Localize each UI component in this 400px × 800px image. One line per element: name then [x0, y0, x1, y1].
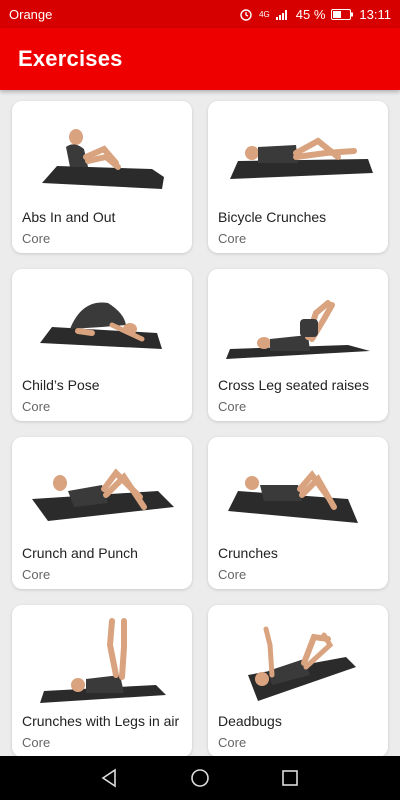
battery-icon [331, 8, 354, 20]
exercise-illustration [226, 300, 370, 359]
network-label: 4G [259, 9, 270, 19]
exercise-category: Core [218, 567, 247, 582]
circle-home-icon [191, 769, 209, 787]
exercise-name: Child’s Pose [22, 377, 100, 393]
exercise-illustration [248, 626, 356, 701]
exercise-name: Crunch and Punch [22, 545, 138, 561]
clock: 13:11 [359, 6, 391, 22]
exercise-category: Core [218, 735, 247, 750]
exercise-card[interactable]: Cross Leg seated raises Core [208, 269, 388, 421]
exercise-category: Core [22, 399, 51, 414]
exercise-illustration [32, 468, 174, 521]
status-icons: 4G 45 % 13:11 [239, 7, 391, 22]
exercise-illustration [228, 470, 358, 523]
exercise-category: Core [22, 231, 51, 246]
back-button[interactable] [95, 763, 125, 793]
battery-percent: 45 % [295, 6, 326, 22]
carrier-label: Orange [9, 6, 53, 22]
home-button[interactable] [185, 763, 215, 793]
triangle-back-icon [101, 768, 116, 788]
exercise-card[interactable]: Child’s Pose Core [12, 269, 192, 421]
alarm-icon [240, 9, 252, 21]
exercise-name: Cross Leg seated raises [218, 377, 369, 393]
recents-button[interactable] [275, 763, 305, 793]
status-bar: Orange 4G 45 % 13:11 [0, 0, 400, 28]
exercise-illustration [40, 302, 162, 349]
exercise-illustration [42, 129, 164, 189]
exercise-name: Crunches [218, 545, 278, 561]
exercise-illustration [40, 618, 166, 703]
square-recents-icon [282, 770, 298, 786]
page-title: Exercises [18, 46, 123, 71]
exercise-name: Crunches with Legs in air [22, 713, 180, 729]
system-nav-bar [0, 756, 400, 800]
exercise-card[interactable]: Crunch and Punch Core [12, 437, 192, 589]
exercise-card[interactable]: Crunches with Legs in air Core [12, 605, 192, 756]
exercise-illustration [230, 137, 373, 179]
exercise-category: Core [22, 567, 51, 582]
exercise-card[interactable]: Bicycle Crunches Core [208, 101, 388, 253]
exercise-card[interactable]: Deadbugs Core [208, 605, 388, 756]
exercise-grid[interactable]: Abs In and Out Core Bicycle Crunches Cor… [0, 90, 400, 756]
exercise-card[interactable]: Abs In and Out Core [12, 101, 192, 253]
exercise-name: Deadbugs [218, 713, 282, 729]
exercise-category: Core [22, 735, 51, 750]
exercise-name: Bicycle Crunches [218, 209, 327, 225]
exercise-card[interactable]: Crunches Core [208, 437, 388, 589]
exercise-name: Abs In and Out [22, 209, 116, 225]
exercise-category: Core [218, 231, 247, 246]
exercise-category: Core [218, 399, 247, 414]
app-bar: Exercises [0, 28, 400, 90]
signal-icon [275, 10, 287, 20]
